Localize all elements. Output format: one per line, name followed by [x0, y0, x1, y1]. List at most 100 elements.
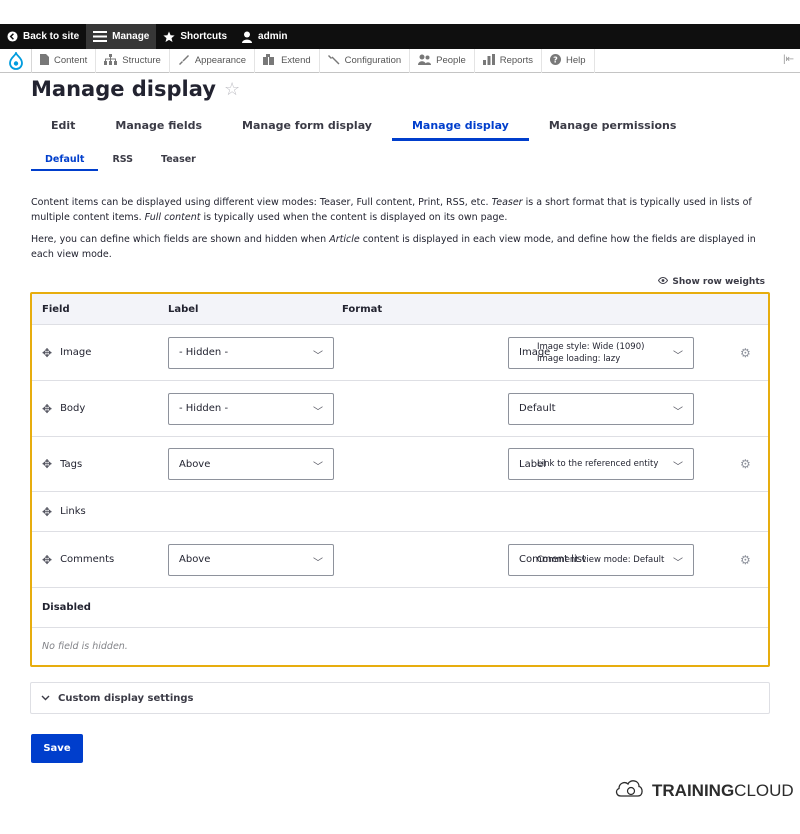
- disabled-label: Disabled: [42, 602, 91, 613]
- gear-icon[interactable]: ⚙: [740, 457, 751, 471]
- desc-text: is typically used when the content is di…: [200, 212, 508, 223]
- label-select-value: Above: [179, 554, 211, 565]
- table-row: ✥ Tags Above ﹀ Label ﹀ Link to the refer…: [32, 437, 768, 492]
- chevron-down-icon: ﹀: [673, 557, 683, 569]
- label-select[interactable]: Above ﹀: [168, 543, 334, 576]
- tray-item-extend[interactable]: Extend: [255, 48, 320, 73]
- table-row: ✥ Links: [32, 492, 768, 532]
- people-icon: [418, 54, 432, 68]
- tray-item-reports[interactable]: Reports: [475, 48, 543, 73]
- desc-emphasis: Full content: [144, 212, 201, 223]
- drag-handle-icon[interactable]: ✥: [42, 505, 52, 519]
- header-label: Label: [168, 303, 199, 315]
- tab-edit[interactable]: Edit: [31, 111, 95, 141]
- admin-toolbar: Back to site Manage Shortcuts admin: [0, 24, 800, 49]
- field-cell: ✥ Links: [42, 505, 86, 519]
- field-name: Body: [60, 403, 86, 414]
- label-select[interactable]: - Hidden - ﹀: [168, 336, 334, 369]
- user-menu-button[interactable]: admin: [234, 24, 294, 49]
- shortcut-star-icon[interactable]: ☆: [224, 79, 240, 100]
- label-select[interactable]: - Hidden - ﹀: [168, 392, 334, 425]
- tray-item-label: People: [436, 55, 466, 66]
- bar-chart-icon: [482, 53, 495, 68]
- trainingcloud-logo: TRAININGCLOUD: [614, 778, 794, 803]
- gear-icon[interactable]: ⚙: [740, 553, 751, 567]
- drag-handle-icon[interactable]: ✥: [42, 402, 52, 416]
- tab-manage-display[interactable]: Manage display: [391, 111, 529, 141]
- drupal-logo-icon[interactable]: [0, 48, 32, 73]
- disabled-region-header: Disabled: [32, 588, 768, 628]
- show-row-weights-link[interactable]: Show row weights: [658, 277, 765, 287]
- tray-item-configuration[interactable]: Configuration: [320, 48, 411, 73]
- desc-emphasis: Teaser: [491, 197, 523, 208]
- tray-item-label: Content: [54, 55, 88, 66]
- label-select-value: - Hidden -: [179, 347, 229, 358]
- field-name: Tags: [60, 458, 83, 470]
- chevron-down-icon: ﹀: [313, 462, 323, 473]
- tray-item-label: Appearance: [194, 55, 247, 66]
- page-title-text: Manage display: [31, 77, 216, 101]
- desc-emphasis: Article: [329, 234, 360, 245]
- shortcuts-label: Shortcuts: [180, 31, 228, 42]
- desc-text: Content items can be displayed using dif…: [31, 197, 492, 208]
- tab-rss[interactable]: RSS: [98, 150, 147, 171]
- table-row: ✥ Body - Hidden - ﹀ Default ﹀: [32, 381, 768, 437]
- manage-label: Manage: [112, 31, 150, 42]
- chevron-down-icon: ﹀: [313, 557, 323, 569]
- tray-item-help[interactable]: ? Help: [542, 48, 595, 73]
- back-arrow-icon: [7, 31, 18, 42]
- summary-line: Comment view mode: Default: [537, 554, 665, 565]
- drag-handle-icon[interactable]: ✥: [42, 457, 52, 471]
- brand-bold: TRAINING: [652, 780, 735, 800]
- shortcuts-button[interactable]: Shortcuts: [156, 24, 234, 49]
- tray-orientation-toggle-icon[interactable]: |⇤: [783, 54, 794, 65]
- summary-line: Image style: Wide (1090): [537, 341, 645, 352]
- wrench-icon: [327, 53, 340, 68]
- manage-menu-button[interactable]: Manage: [86, 24, 157, 49]
- file-icon: [40, 53, 49, 68]
- eye-icon: [658, 277, 669, 287]
- field-cell: ✥ Comments: [42, 553, 114, 567]
- format-select-value: Default: [519, 403, 556, 414]
- disabled-empty-row: No field is hidden.: [32, 628, 768, 665]
- field-name: Links: [60, 506, 86, 517]
- tray-item-label: Structure: [122, 55, 161, 66]
- gear-icon[interactable]: ⚙: [740, 346, 751, 360]
- header-format: Format: [342, 303, 383, 315]
- tray-item-label: Help: [566, 55, 586, 66]
- star-icon: [163, 31, 175, 43]
- tray-item-appearance[interactable]: Appearance: [170, 48, 256, 73]
- tab-default[interactable]: Default: [31, 150, 99, 171]
- save-button[interactable]: Save: [31, 734, 83, 763]
- user-label: admin: [258, 31, 288, 42]
- tab-teaser[interactable]: Teaser: [147, 150, 210, 171]
- tab-manage-form-display[interactable]: Manage form display: [222, 111, 392, 141]
- brand-text: TRAININGCLOUD: [652, 781, 794, 801]
- brand-rest: CLOUD: [734, 780, 794, 800]
- chevron-down-icon: ﹀: [313, 406, 323, 418]
- formatter-summary: Link to the referenced entity: [537, 458, 658, 470]
- chevron-down-icon: ﹀: [673, 406, 683, 418]
- show-row-weights-label: Show row weights: [672, 277, 765, 287]
- format-select[interactable]: Default ﹀: [508, 392, 694, 425]
- description-paragraph-2: Here, you can define which fields are sh…: [31, 232, 771, 262]
- field-cell: ✥ Tags: [42, 457, 82, 471]
- structure-icon: [104, 53, 118, 68]
- custom-display-settings-toggle[interactable]: Custom display settings: [30, 682, 770, 714]
- field-cell: ✥ Image: [42, 346, 91, 360]
- drag-handle-icon[interactable]: ✥: [42, 553, 52, 567]
- hamburger-icon: [93, 31, 108, 42]
- user-icon: [241, 31, 253, 43]
- tray-item-structure[interactable]: Structure: [96, 48, 170, 73]
- chevron-down-icon: ﹀: [673, 462, 683, 473]
- tray-item-people[interactable]: People: [410, 48, 475, 73]
- label-select[interactable]: Above ﹀: [168, 448, 334, 480]
- tab-manage-fields[interactable]: Manage fields: [95, 111, 222, 141]
- tray-item-content[interactable]: Content: [32, 48, 97, 73]
- drag-handle-icon[interactable]: ✥: [42, 346, 52, 360]
- tab-manage-permissions[interactable]: Manage permissions: [529, 111, 697, 141]
- no-hidden-message: No field is hidden.: [42, 641, 128, 652]
- back-to-site-link[interactable]: Back to site: [0, 24, 86, 49]
- svg-text:?: ?: [553, 55, 558, 64]
- page-title: Manage display ☆: [31, 77, 240, 101]
